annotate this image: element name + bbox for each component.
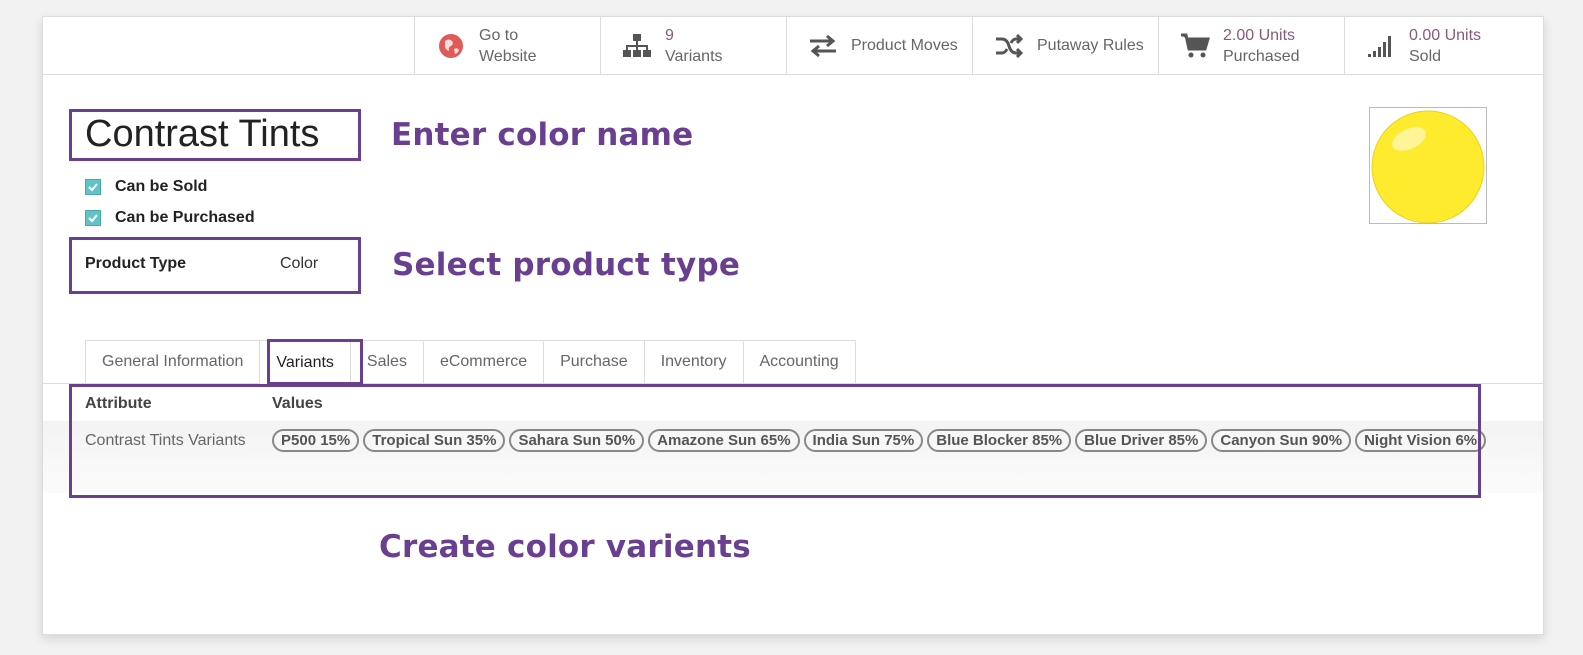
tab-purchase[interactable]: Purchase [543,340,644,384]
can-be-purchased-label: Can be Purchased [115,209,255,226]
can-be-sold-row: Can be Sold [85,178,207,196]
smart-button-box: Go to Website 9 Variants Product Moves P… [43,17,1543,75]
sold-button[interactable]: 0.00 Units Sold [1344,17,1543,75]
product-image[interactable] [1369,107,1487,224]
tab-general-information[interactable]: General Information [85,340,260,384]
sold-value: 0.00 Units [1409,27,1482,44]
variants-label: Variants [665,48,723,65]
product-type-select[interactable]: Color [280,255,318,273]
variants-count: 9 [665,27,674,44]
product-moves-label: Product Moves [851,37,958,54]
callout-enter-name: Enter color name [391,117,694,153]
tab-ecommerce[interactable]: eCommerce [422,340,544,384]
purchased-value: 2.00 Units [1223,27,1296,44]
product-type-label: Product Type [85,255,187,272]
variants-button[interactable]: 9 Variants [600,17,786,75]
callout-product-type: Select product type [392,247,741,283]
product-name-field[interactable]: Contrast Tints [85,113,319,156]
can-be-purchased-row: Can be Purchased [85,209,255,227]
website-line1: Go to [479,27,519,44]
sitemap-icon [621,30,653,62]
signal-icon [1365,30,1397,62]
tab-accounting[interactable]: Accounting [742,340,856,384]
product-form-sheet: Go to Website 9 Variants Product Moves P… [42,16,1544,635]
purchased-button[interactable]: 2.00 Units Purchased [1158,17,1344,75]
notebook-tabs: General Information Variants Sales eComm… [85,340,856,384]
can-be-sold-checkbox[interactable] [85,179,101,195]
sold-label: Sold [1409,48,1442,65]
variants-highlight-box [69,384,1481,498]
putaway-rules-button[interactable]: Putaway Rules [972,17,1158,75]
exchange-icon [807,30,839,62]
variants-tab-highlight-box [267,339,363,385]
random-icon [993,30,1025,62]
website-line2: Website [479,48,537,65]
product-moves-button[interactable]: Product Moves [786,17,972,75]
putaway-rules-label: Putaway Rules [1037,37,1144,54]
cart-icon [1179,30,1211,62]
tab-inventory[interactable]: Inventory [643,340,743,384]
callout-create-variants: Create color varients [379,529,751,565]
go-to-website-button[interactable]: Go to Website [414,17,600,75]
can-be-purchased-checkbox[interactable] [85,210,101,226]
can-be-sold-label: Can be Sold [115,178,208,195]
purchased-label: Purchased [1223,48,1300,65]
globe-icon [435,30,467,62]
